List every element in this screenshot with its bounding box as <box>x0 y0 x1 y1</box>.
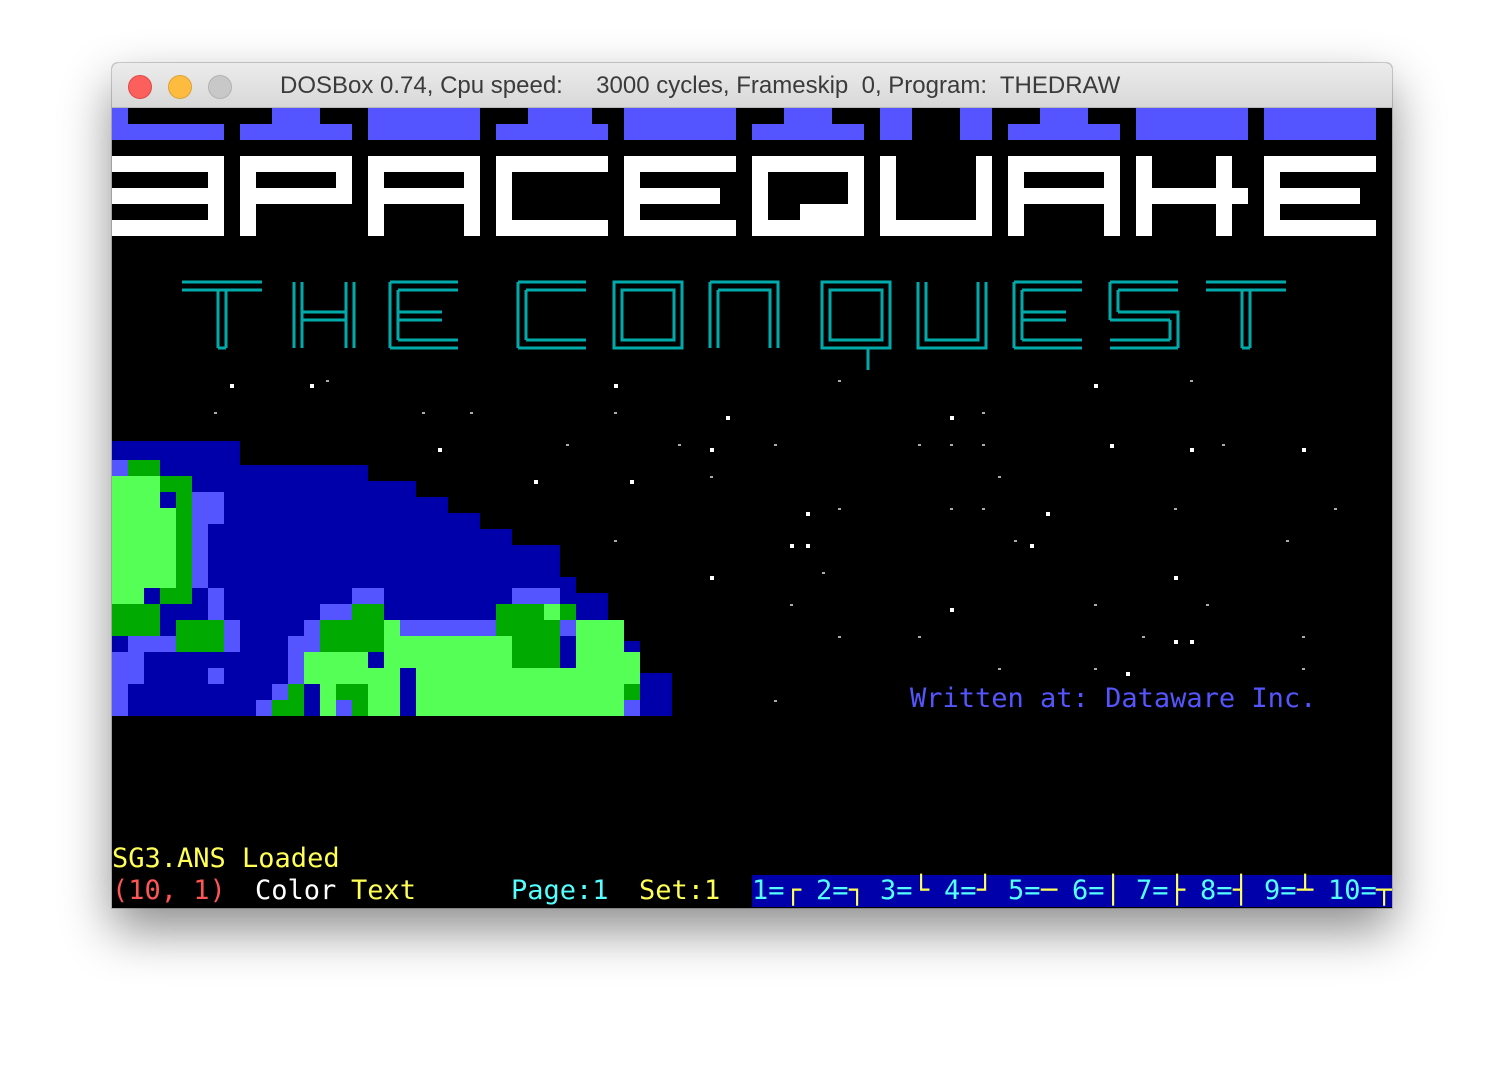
charset-key-9: 9= <box>1264 875 1297 906</box>
ansi-artwork <box>112 108 1376 716</box>
cursor-position: (10, 1) <box>112 875 226 906</box>
title-bar[interactable]: DOSBox 0.74, Cpu speed: 3000 cycles, Fra… <box>112 63 1392 108</box>
close-button[interactable] <box>128 75 152 99</box>
charset-glyph-5: ─ <box>1041 875 1058 906</box>
status-message: SG3.ANS Loaded <box>112 843 340 874</box>
charset-key-4: 4= <box>944 875 977 906</box>
charset-glyph-8: ┤ <box>1233 875 1250 906</box>
charset-key-6: 6= <box>1072 875 1105 906</box>
spacequake-logo <box>112 156 1376 236</box>
charset-glyph-3: └ <box>913 875 930 906</box>
minimize-button[interactable] <box>168 75 192 99</box>
charset-key-7: 7= <box>1136 875 1169 906</box>
dosbox-window: DOSBox 0.74, Cpu speed: 3000 cycles, Fra… <box>112 63 1392 908</box>
charset-glyph-9: ┴ <box>1297 875 1314 906</box>
title-top-band <box>112 108 1376 140</box>
charset-glyph-4: ┘ <box>977 875 994 906</box>
charset-key-10: 10= <box>1328 875 1377 906</box>
page-indicator: Page:1 <box>511 875 609 906</box>
charset-set-indicator: Set:1 <box>639 875 721 906</box>
charset-key-1: 1= <box>752 875 785 906</box>
credit-text: Written at: Dataware Inc. <box>910 683 1317 714</box>
charset-glyph-6: │ <box>1105 875 1122 906</box>
planet-earth <box>112 441 672 716</box>
charset-key-2: 2= <box>816 875 849 906</box>
charset-glyph-7: ├ <box>1169 875 1186 906</box>
charset-key-8: 8= <box>1200 875 1233 906</box>
window-title: DOSBox 0.74, Cpu speed: 3000 cycles, Fra… <box>280 72 1121 99</box>
charset-key-3: 3= <box>880 875 913 906</box>
dos-screen[interactable]: Written at: Dataware Inc. SG3.ANS Loaded… <box>112 108 1392 908</box>
color-sample-text: Text <box>351 875 417 906</box>
charset-bar: 1= ┌ 2= ┐ 3= └ 4= ┘ 5= ─ 6= │ 7= ├ 8= ┤ … <box>752 875 1392 907</box>
the-conquest-heading <box>182 280 1286 370</box>
charset-glyph-2: ┐ <box>849 875 866 906</box>
charset-key-5: 5= <box>1008 875 1041 906</box>
charset-glyph-10: ┬ <box>1376 875 1392 906</box>
zoom-button[interactable] <box>208 75 232 99</box>
color-label: Color <box>255 875 337 906</box>
charset-glyph-1: ┌ <box>785 875 802 906</box>
